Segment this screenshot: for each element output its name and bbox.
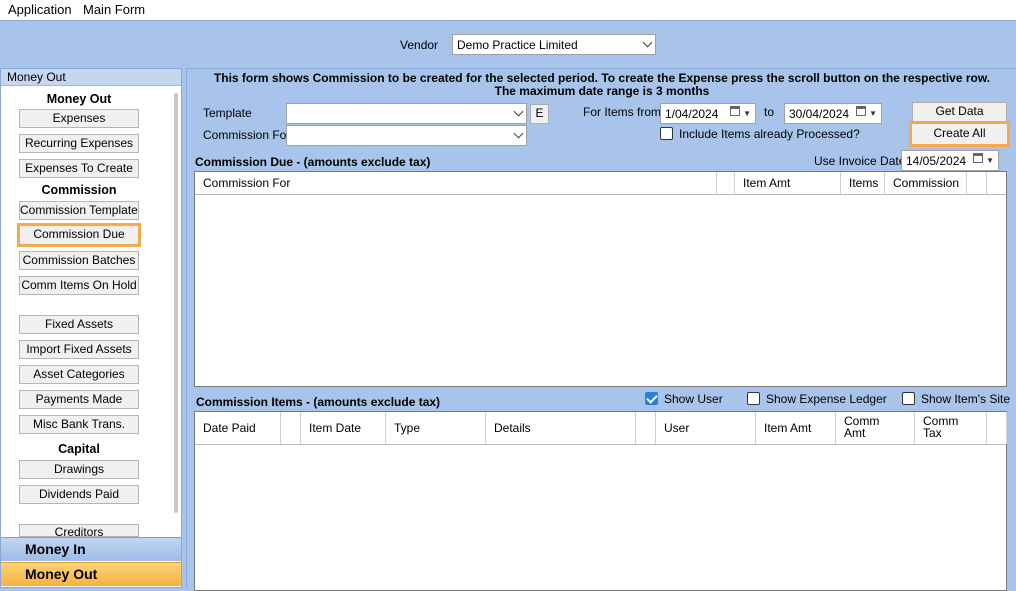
col-item-amt[interactable]: Item Amt	[735, 172, 841, 194]
vendor-value: Demo Practice Limited	[457, 38, 578, 52]
chevron-down-icon	[513, 128, 524, 140]
from-date-value: 1/04/2024	[665, 107, 719, 121]
commission-items-header: Date Paid Item Date Type Details User It…	[195, 412, 1007, 445]
commission-due-title: Commission Due - (amounts exclude tax)	[195, 155, 431, 169]
menu-main-form[interactable]: Main Form	[83, 2, 145, 17]
expenses-button[interactable]: Expenses	[19, 109, 139, 128]
info-text: This form shows Commission to be created…	[187, 72, 1016, 98]
import-fixed-assets-button[interactable]: Import Fixed Assets	[19, 340, 139, 359]
vendor-label: Vendor	[400, 38, 439, 52]
asset-categories-button[interactable]: Asset Categories	[19, 365, 139, 384]
col-user[interactable]: User	[656, 412, 756, 444]
commission-items-title: Commission Items - (amounts exclude tax)	[196, 395, 441, 409]
col-spacer	[967, 172, 987, 194]
sidebar-header: Money Out	[1, 69, 181, 86]
creditors-button[interactable]: Creditors	[19, 524, 139, 537]
comm-items-on-hold-button[interactable]: Comm Items On Hold	[19, 276, 139, 295]
show-user-label: Show User	[664, 392, 723, 406]
col-comm-amt[interactable]: Comm Amt	[836, 412, 915, 444]
calendar-icon: ▼	[856, 106, 877, 119]
commission-items-grid[interactable]: Date Paid Item Date Type Details User It…	[194, 411, 1007, 591]
invoice-date-picker[interactable]: 14/05/2024 ▼	[901, 150, 999, 171]
sidebar-scrollbar[interactable]	[171, 87, 181, 517]
create-all-button[interactable]: Create All	[909, 121, 1010, 147]
template-label: Template	[203, 106, 252, 120]
col-comm-tax[interactable]: Comm Tax	[915, 412, 987, 444]
col-details[interactable]: Details	[486, 412, 636, 444]
col-spacer	[636, 412, 656, 444]
vendor-bar: Vendor Demo Practice Limited	[0, 20, 1016, 68]
to-date-picker[interactable]: 30/04/2024 ▼	[784, 103, 882, 124]
expenses-to-create-button[interactable]: Expenses To Create	[19, 159, 139, 178]
sidebar: Money Out Money Out Expenses Recurring E…	[0, 68, 182, 588]
nav-money-out[interactable]: Money Out	[1, 562, 181, 586]
col-date-paid[interactable]: Date Paid	[195, 412, 281, 444]
menu-application[interactable]: Application	[8, 2, 72, 17]
to-date-value: 30/04/2024	[789, 107, 850, 121]
col-commission[interactable]: Commission	[885, 172, 967, 194]
dividends-paid-button[interactable]: Dividends Paid	[19, 485, 139, 504]
menubar: Application Main Form	[0, 0, 1016, 20]
commission-for-label: Commission For	[203, 128, 291, 142]
commission-batches-button[interactable]: Commission Batches	[19, 251, 139, 270]
get-data-button[interactable]: Get Data	[912, 102, 1007, 122]
show-item-site-checkbox[interactable]	[902, 392, 915, 405]
invoice-date-value: 14/05/2024	[906, 154, 967, 168]
vendor-select[interactable]: Demo Practice Limited	[452, 34, 656, 55]
template-select[interactable]	[286, 103, 527, 124]
col-type[interactable]: Type	[386, 412, 486, 444]
chevron-down-icon	[642, 37, 653, 49]
commission-due-grid[interactable]: Commission For Item Amt Items Commission	[194, 171, 1007, 387]
col-spacer	[281, 412, 301, 444]
misc-bank-trans-button[interactable]: Misc Bank Trans.	[19, 415, 139, 434]
use-invoice-date-label: Use Invoice Date	[814, 154, 906, 168]
main-panel: This form shows Commission to be created…	[186, 68, 1016, 591]
col-item-amt[interactable]: Item Amt	[756, 412, 836, 444]
items-from-label: For Items from	[583, 105, 662, 119]
col-spacer	[987, 412, 1007, 444]
payments-made-button[interactable]: Payments Made	[19, 390, 139, 409]
fixed-assets-button[interactable]: Fixed Assets	[19, 315, 139, 334]
to-label: to	[764, 105, 775, 119]
show-user-checkbox[interactable]	[645, 392, 658, 405]
section-commission: Commission	[41, 183, 117, 197]
calendar-icon: ▼	[973, 153, 994, 166]
commission-due-header: Commission For Item Amt Items Commission	[195, 172, 1006, 195]
commission-due-button[interactable]: Commission Due	[17, 223, 141, 247]
commission-templates-button[interactable]: Commission Templates	[19, 201, 139, 220]
include-processed-label: Include Items already Processed?	[679, 127, 860, 141]
nav-money-in[interactable]: Money In	[1, 537, 181, 561]
col-commission-for[interactable]: Commission For	[195, 172, 717, 194]
section-money-out: Money Out	[46, 92, 112, 106]
from-date-picker[interactable]: 1/04/2024 ▼	[660, 103, 756, 124]
info-line-2: The maximum date range is 3 months	[494, 84, 710, 98]
col-item-date[interactable]: Item Date	[301, 412, 386, 444]
col-items[interactable]: Items	[841, 172, 885, 194]
col-spacer	[717, 172, 735, 194]
show-expense-ledger-checkbox[interactable]	[747, 392, 760, 405]
commission-for-select[interactable]	[286, 125, 527, 146]
drawings-button[interactable]: Drawings	[19, 460, 139, 479]
show-expense-ledger-label: Show Expense Ledger	[766, 392, 887, 406]
show-item-site-label: Show Item's Site	[921, 392, 1010, 406]
edit-template-button[interactable]: E	[530, 104, 549, 124]
include-processed-checkbox[interactable]	[660, 127, 673, 140]
recurring-expenses-button[interactable]: Recurring Expenses	[19, 134, 139, 153]
chevron-down-icon	[513, 106, 524, 118]
calendar-icon: ▼	[730, 106, 751, 119]
section-capital: Capital	[58, 442, 100, 456]
